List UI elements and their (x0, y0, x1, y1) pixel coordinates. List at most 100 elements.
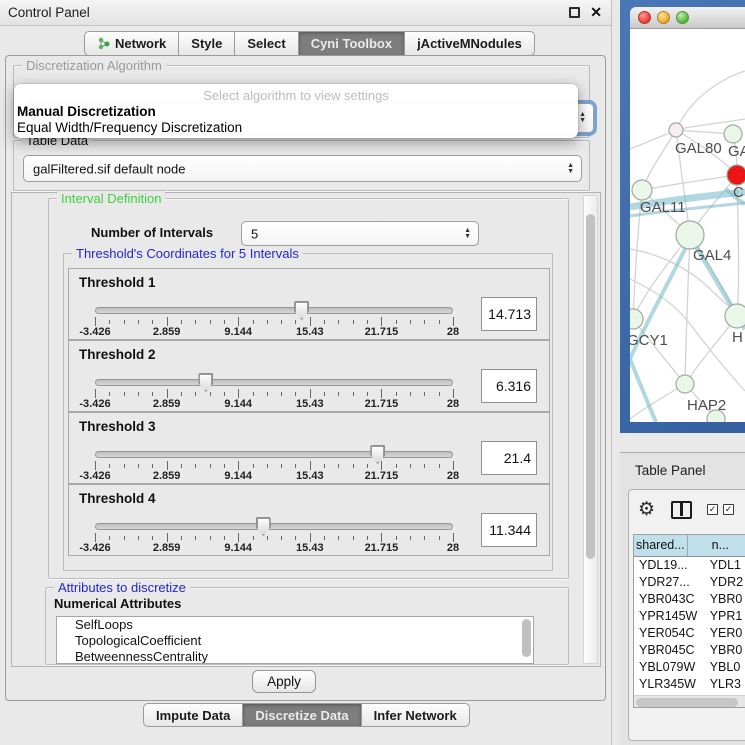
close-icon[interactable]: ✕ (590, 4, 602, 21)
tab-select[interactable]: Select (235, 31, 298, 56)
table-panel-body: ⚙ ✓ ✓ shared... n... YDL19...YDL1YDR27..… (628, 489, 745, 741)
gear-icon[interactable]: ⚙ (638, 498, 655, 521)
tick-label: 9.144 (224, 542, 252, 554)
table-cell: YBL0 (705, 659, 745, 676)
node-gal4[interactable] (676, 221, 704, 249)
table-row[interactable]: YLR345WYLR3 (634, 676, 745, 693)
network-icon (97, 37, 110, 50)
combo-stepper-icon: ▲▼ (579, 112, 586, 124)
table-row[interactable]: YBR045CYBR0 (634, 642, 745, 659)
network-canvas[interactable]: GAL80 GA GAL11 GAL4 GCY1 H HAP2 C (630, 29, 745, 422)
table-row[interactable]: YER054CYER0 (634, 625, 745, 642)
control-panel-window: Control Panel ✕ Network Style Select Cyn… (0, 0, 612, 745)
numerical-attributes-list[interactable]: SelfLoopsTopologicalCoefficientBetweenne… (56, 616, 534, 664)
threshold-value-field[interactable]: 14.713 (481, 297, 537, 331)
tab-impute-data[interactable]: Impute Data (143, 703, 243, 727)
threshold-label: Threshold 2 (79, 347, 156, 362)
node-gcy1[interactable] (630, 309, 643, 329)
number-of-intervals-value: 5 (251, 226, 258, 241)
svg-text:GCY1: GCY1 (630, 332, 668, 349)
scrollbar-thumb[interactable] (586, 214, 595, 559)
tick-label: -3.426 (79, 542, 110, 554)
horizontal-scrollbar[interactable] (634, 695, 745, 708)
table-cell: YLR345W (634, 676, 705, 693)
threshold-4-panel: Threshold 4 -3.4262.8599.14415.4321.7152… (68, 484, 550, 556)
tick-label: 2.859 (153, 398, 181, 410)
float-window-icon[interactable] (569, 7, 580, 18)
threshold-value-field[interactable]: 11.344 (481, 513, 537, 547)
checkbox-checked-icon[interactable]: ✓ (723, 504, 734, 515)
attributes-to-discretize-group: Attributes to discretize Numerical Attri… (45, 587, 569, 665)
tick-label: -3.426 (79, 326, 110, 338)
node-hap2[interactable] (676, 375, 694, 393)
node-gal11[interactable] (632, 180, 652, 200)
table-cell: YDR27... (634, 574, 705, 591)
threshold-3-panel: Threshold 3 -3.4262.8599.14415.4321.7152… (68, 412, 550, 484)
threshold-slider[interactable] (95, 307, 453, 314)
group-title-algorithm: Discretization Algorithm (22, 58, 166, 73)
columns-icon[interactable] (671, 501, 692, 519)
minimize-traffic-light-icon[interactable] (657, 11, 670, 24)
apply-button[interactable]: Apply (252, 670, 316, 693)
table-cell: YDL19... (634, 557, 705, 574)
table-row[interactable]: YDL19...YDL1 (634, 557, 745, 574)
tab-discretize-data[interactable]: Discretize Data (243, 703, 361, 727)
column-header-shared-name[interactable]: shared... (634, 535, 688, 557)
node-attribute-table: shared... n... YDL19...YDL1YDR27...YDR2Y… (633, 534, 745, 708)
node-selected-red[interactable] (727, 165, 745, 185)
threshold-value-field[interactable]: 21.4 (481, 441, 537, 475)
tick-label: -3.426 (79, 398, 110, 410)
threshold-1-panel: Threshold 1 -3.4262.8599.14415.4321.7152… (68, 268, 550, 340)
table-data-combobox[interactable]: galFiltered.sif default node ▲▼ (23, 155, 582, 182)
zoom-traffic-light-icon[interactable] (676, 11, 689, 24)
tick-label: 9.144 (224, 470, 252, 482)
network-window: GAL80 GA GAL11 GAL4 GCY1 H HAP2 C (630, 7, 745, 422)
table-row[interactable]: YBL079WYBL0 (634, 659, 745, 676)
threshold-slider[interactable] (95, 523, 453, 530)
table-row[interactable]: YDR27...YDR2 (634, 574, 745, 591)
vertical-scrollbar[interactable] (583, 195, 598, 664)
tick-label: 21.715 (365, 398, 399, 410)
slider-tick-labels: -3.4262.8599.14415.4321.71528 (95, 326, 453, 338)
attribute-item[interactable]: TopologicalCoefficient (57, 633, 533, 649)
node-right-h[interactable] (725, 304, 745, 328)
dropdown-option-manual-discretization[interactable]: Manual Discretization (17, 104, 156, 119)
tab-cyni-toolbox[interactable]: Cyni Toolbox (299, 31, 405, 56)
tab-jactivemnodules[interactable]: jActiveMNodules (405, 31, 535, 56)
threshold-value-field[interactable]: 6.316 (481, 369, 537, 403)
table-data-value: galFiltered.sif default node (33, 161, 185, 176)
node-gal80[interactable] (669, 123, 683, 137)
node-top-right[interactable] (724, 125, 742, 143)
tab-style[interactable]: Style (179, 31, 235, 56)
tab-label: Network (115, 36, 166, 51)
list-scrollbar-thumb[interactable] (522, 619, 531, 657)
svg-text:GA: GA (728, 143, 745, 160)
checkbox-checked-icon[interactable]: ✓ (707, 504, 718, 515)
table-header-row: shared... n... (634, 535, 745, 557)
table-cell: YBL079W (634, 659, 705, 676)
close-traffic-light-icon[interactable] (638, 11, 651, 24)
table-cell: YPR1 (705, 608, 745, 625)
tick-label: 9.144 (224, 398, 252, 410)
combo-stepper-icon: ▲▼ (567, 163, 574, 175)
attribute-item[interactable]: BetweennessCentrality (57, 649, 533, 664)
table-row[interactable]: YBR043CYBR0 (634, 591, 745, 608)
attribute-item[interactable]: SelfLoops (57, 617, 533, 633)
cyni-bottom-tabbar: Impute Data Discretize Data Infer Networ… (143, 703, 470, 727)
table-panel-title: Table Panel (635, 463, 706, 478)
threshold-slider[interactable] (95, 379, 453, 386)
thresholds-group: Threshold's Coordinates for 5 Intervals … (63, 253, 553, 571)
tab-infer-network[interactable]: Infer Network (362, 703, 470, 727)
threshold-slider[interactable] (95, 451, 453, 458)
column-header-name[interactable]: n... (688, 535, 745, 557)
tick-label: 28 (447, 326, 459, 338)
group-title-attributes: Attributes to discretize (54, 580, 190, 595)
table-rows: YDL19...YDL1YDR27...YDR2YBR043CYBR0YPR14… (634, 557, 745, 708)
dropdown-option-equal-width-frequency[interactable]: Equal Width/Frequency Discretization (17, 120, 242, 135)
table-row[interactable]: YPR145WYPR1 (634, 608, 745, 625)
threshold-label: Threshold 4 (79, 491, 156, 506)
tick-label: 28 (447, 470, 459, 482)
scrollbar-thumb[interactable] (636, 698, 738, 707)
tab-network[interactable]: Network (84, 31, 179, 56)
number-of-intervals-combobox[interactable]: 5 ▲▼ (241, 221, 479, 246)
